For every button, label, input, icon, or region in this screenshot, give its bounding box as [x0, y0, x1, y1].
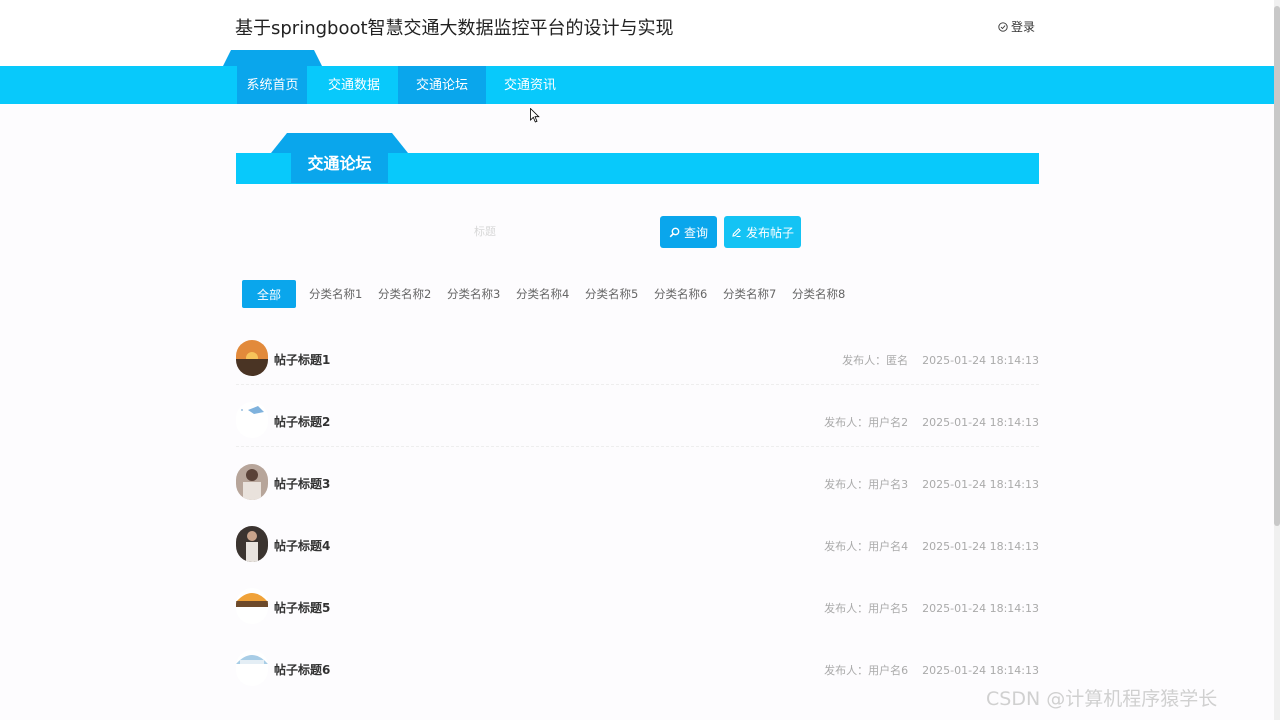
post-title[interactable]: 帖子标题1	[274, 351, 330, 368]
scrollbar-thumb[interactable]	[1274, 6, 1280, 526]
search-button-label: 查询	[683, 225, 708, 240]
row-divider	[236, 446, 1039, 447]
post-meta: 发布人：用户名3 2025-01-24 18:14:13	[824, 476, 1039, 492]
post-author: 发布人：匿名	[842, 354, 909, 367]
pen-icon	[732, 227, 741, 237]
category-item[interactable]: 分类名称5	[585, 286, 641, 302]
post-title[interactable]: 帖子标题4	[274, 537, 330, 554]
login-label: 登录	[1011, 20, 1036, 34]
post-title[interactable]: 帖子标题5	[274, 599, 330, 616]
category-item[interactable]: 分类名称1	[309, 286, 365, 302]
category-all[interactable]: 全部	[242, 280, 296, 308]
search-icon	[669, 227, 680, 237]
post-meta: 发布人：用户名6 2025-01-24 18:14:13	[824, 662, 1039, 678]
category-filter: 全部 分类名称1 分类名称2 分类名称3 分类名称4 分类名称5 分类名称6 分…	[242, 280, 848, 308]
main-navbar	[0, 66, 1274, 104]
post-author: 发布人：用户名6	[824, 664, 909, 677]
category-item[interactable]: 分类名称2	[378, 286, 434, 302]
post-avatar	[236, 464, 268, 500]
post-author: 发布人：用户名5	[824, 602, 909, 615]
search-input[interactable]	[420, 216, 650, 246]
post-title[interactable]: 帖子标题6	[274, 661, 330, 678]
post-meta: 发布人：用户名4 2025-01-24 18:14:13	[824, 538, 1039, 554]
post-row[interactable]: 帖子标题4 发布人：用户名4 2025-01-24 18:14:13	[236, 526, 1039, 572]
nav-home-tab-top	[223, 50, 322, 66]
post-author: 发布人：用户名2	[824, 416, 909, 429]
nav-item-traffic-news[interactable]: 交通资讯	[488, 66, 572, 104]
nav-item-traffic-forum[interactable]: 交通论坛	[398, 66, 486, 104]
post-time: 2025-01-24 18:14:13	[922, 354, 1039, 367]
post-avatar	[236, 340, 268, 376]
site-header: 基于springboot智慧交通大数据监控平台的设计与实现 登录	[0, 0, 1274, 66]
category-item[interactable]: 分类名称6	[654, 286, 710, 302]
check-circle-icon	[998, 21, 1008, 32]
post-meta: 发布人：用户名5 2025-01-24 18:14:13	[824, 600, 1039, 616]
create-post-label: 发布帖子	[745, 225, 794, 240]
post-row[interactable]: 帖子标题1 发布人：匿名 2025-01-24 18:14:13	[236, 340, 1039, 386]
post-row[interactable]: 帖子标题6 发布人：用户名6 2025-01-24 18:14:13	[236, 650, 1039, 696]
post-time: 2025-01-24 18:14:13	[922, 540, 1039, 553]
post-time: 2025-01-24 18:14:13	[922, 416, 1039, 429]
post-row[interactable]: 帖子标题5 发布人：用户名5 2025-01-24 18:14:13	[236, 588, 1039, 634]
create-post-button[interactable]: 发布帖子	[724, 216, 801, 248]
post-title[interactable]: 帖子标题2	[274, 413, 330, 430]
category-item[interactable]: 分类名称8	[792, 286, 848, 302]
post-row[interactable]: 帖子标题3 发布人：用户名3 2025-01-24 18:14:13	[236, 464, 1039, 510]
post-avatar	[236, 650, 268, 686]
watermark: CSDN @计算机程序猿学长	[986, 688, 1218, 710]
page-scrollbar[interactable]	[1274, 0, 1280, 720]
mouse-pointer-icon	[530, 108, 540, 123]
post-avatar	[236, 588, 268, 624]
category-item[interactable]: 分类名称3	[447, 286, 503, 302]
post-time: 2025-01-24 18:14:13	[922, 664, 1039, 677]
post-time: 2025-01-24 18:14:13	[922, 602, 1039, 615]
post-author: 发布人：用户名4	[824, 540, 909, 553]
category-item[interactable]: 分类名称7	[723, 286, 779, 302]
section-title: 交通论坛	[307, 154, 372, 173]
post-avatar	[236, 526, 268, 562]
section-title-tab: 交通论坛	[271, 133, 408, 183]
post-meta: 发布人：匿名 2025-01-24 18:14:13	[842, 352, 1039, 368]
search-button[interactable]: 查询	[660, 216, 717, 248]
post-time: 2025-01-24 18:14:13	[922, 478, 1039, 491]
post-avatar	[236, 402, 268, 438]
category-item[interactable]: 分类名称4	[516, 286, 572, 302]
login-link[interactable]: 登录	[998, 18, 1035, 35]
row-divider	[236, 384, 1039, 385]
nav-item-traffic-data[interactable]: 交通数据	[312, 66, 396, 104]
nav-home-label: 系统首页	[246, 78, 299, 93]
post-author: 发布人：用户名3	[824, 478, 909, 491]
post-row[interactable]: 帖子标题2 发布人：用户名2 2025-01-24 18:14:13	[236, 402, 1039, 448]
post-meta: 发布人：用户名2 2025-01-24 18:14:13	[824, 414, 1039, 430]
site-title: 基于springboot智慧交通大数据监控平台的设计与实现	[235, 18, 674, 39]
nav-item-home[interactable]: 系统首页	[223, 50, 322, 104]
post-title[interactable]: 帖子标题3	[274, 475, 330, 492]
